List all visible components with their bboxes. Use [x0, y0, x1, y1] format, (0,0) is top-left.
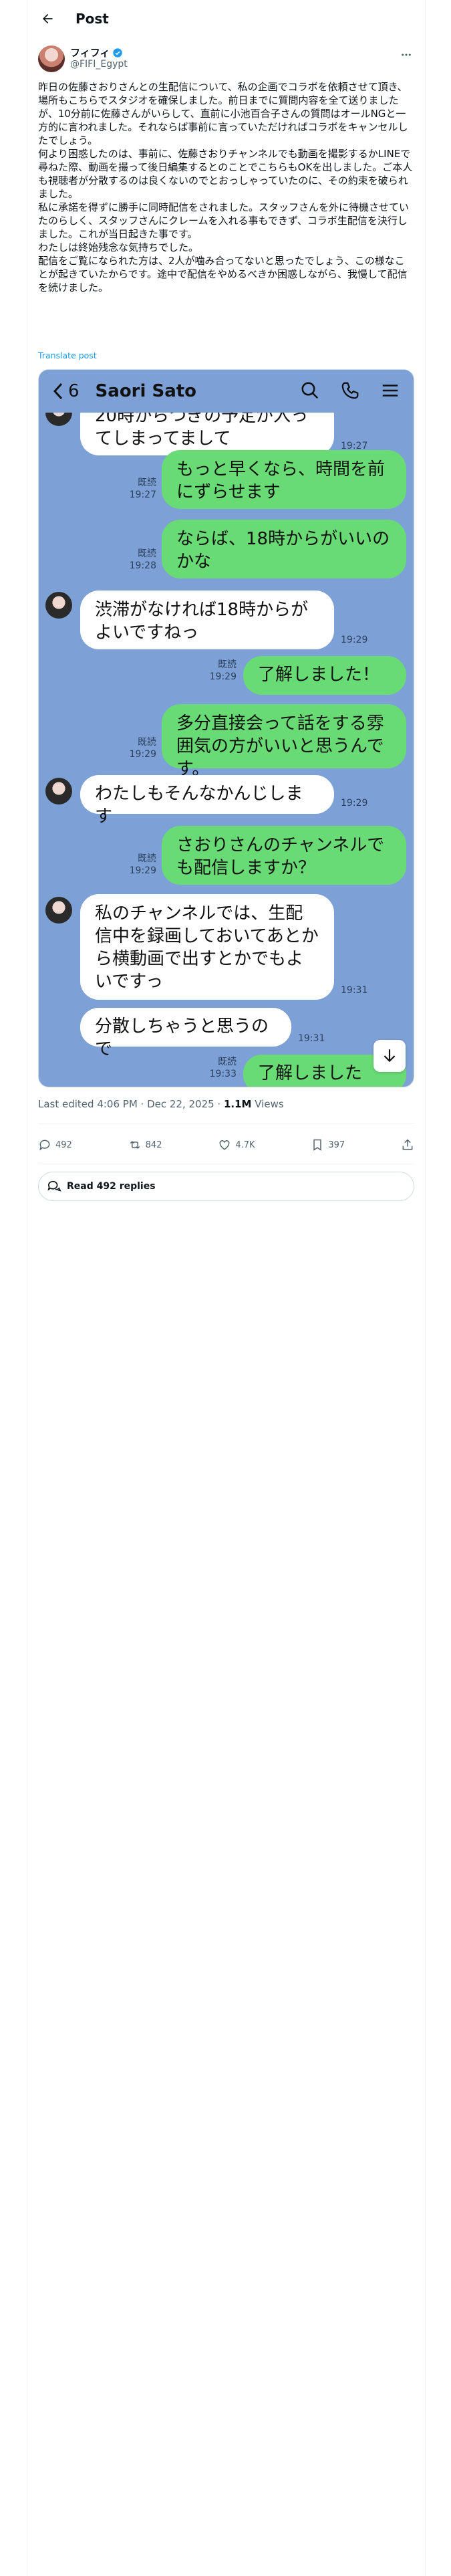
search-icon	[301, 382, 319, 399]
read-replies-label: Read 492 replies	[67, 1181, 156, 1192]
like-button[interactable]: 4.7K	[218, 1138, 255, 1152]
views-count: 1.1M	[223, 1098, 252, 1110]
read-label: 既読	[218, 659, 237, 670]
post-metadata: Last edited 4:06 PM · Dec 22, 2025 · 1.1…	[38, 1098, 284, 1110]
chat-message: 了解しました！	[243, 656, 406, 695]
chat-message: 私のチャンネルでは、生配信中を録画しておいてあとから横動画で出すとかでもよいです…	[80, 894, 334, 1000]
bookmark-button[interactable]: 397	[311, 1138, 345, 1152]
chat-avatar	[45, 592, 72, 619]
speech-bubbles-icon	[47, 1180, 61, 1192]
repost-icon	[130, 1140, 140, 1150]
repost-count: 842	[145, 1140, 162, 1150]
chevron-left-icon	[53, 383, 63, 400]
read-label: 既読	[138, 477, 156, 488]
views-label: Views	[251, 1098, 284, 1110]
chat-contact-name: Saori Sato	[95, 381, 197, 401]
read-receipt: 既読 19:33	[196, 1056, 237, 1080]
back-button[interactable]	[35, 7, 59, 31]
phone-icon	[341, 382, 359, 399]
translate-post-link[interactable]: Translate post	[38, 350, 97, 360]
message-time: 19:33	[209, 1069, 237, 1079]
read-receipt: 既読 19:28	[116, 548, 156, 572]
message-time: 19:31	[341, 985, 368, 996]
reply-button[interactable]: 492	[38, 1138, 72, 1152]
chat-header: 6 Saori Sato	[39, 370, 414, 413]
scroll-down-button	[373, 1040, 406, 1072]
arrow-left-icon	[43, 13, 53, 24]
divider	[38, 1123, 414, 1124]
message-time: 19:29	[129, 865, 156, 876]
page-title: Post	[76, 11, 109, 27]
more-icon	[402, 53, 411, 56]
verified-badge-icon	[113, 47, 123, 58]
post-column: Post フィフィ @FIFI_Egypt 昨日の佐藤さおりさんとの生配信につい…	[27, 0, 426, 2576]
heart-icon	[219, 1140, 230, 1150]
read-label: 既読	[218, 1057, 237, 1067]
post-image[interactable]: 6 Saori Sato 20時からつぎの予定が入ってしまってまして 19:27…	[38, 369, 414, 1087]
chat-message: わたしもそんなかんじします	[80, 775, 334, 827]
chat-message: もっと早くなら、時間を前にずらせます	[162, 450, 406, 509]
chat-message: さおりさんのチャンネルでも配信しますか？	[162, 826, 406, 885]
avatar[interactable]	[38, 45, 65, 72]
message-time: 19:29	[341, 798, 368, 809]
more-options-button[interactable]	[398, 47, 414, 63]
arrow-down-icon	[384, 1049, 396, 1063]
message-time: 19:29	[341, 635, 368, 645]
chat-message: 渋滞がなければ18時からがよいですねっ	[80, 591, 334, 649]
share-button[interactable]	[401, 1138, 414, 1152]
chat-message: ならば、18時からがいいのかな	[162, 520, 406, 578]
reply-icon	[39, 1140, 50, 1151]
chat-unread-count: 6	[68, 381, 80, 401]
edited-timestamp[interactable]: Last edited 4:06 PM · Dec 22, 2025 ·	[38, 1098, 224, 1110]
repost-button[interactable]: 842	[128, 1138, 162, 1152]
read-label: 既読	[138, 737, 156, 748]
top-bar: Post	[27, 0, 425, 37]
read-receipt: 既読 19:29	[196, 659, 237, 683]
bookmark-count: 397	[328, 1140, 345, 1150]
message-time: 19:31	[298, 1033, 325, 1044]
read-label: 既読	[138, 548, 156, 559]
chat-message: 分散しちゃうと思うので	[80, 1008, 291, 1059]
read-label: 既読	[138, 853, 156, 864]
chat-message: 多分直接会って話をする雰囲気の方がいいと思うんです。	[162, 704, 406, 779]
message-time: 19:28	[129, 560, 156, 571]
author-handle[interactable]: @FIFI_Egypt	[70, 59, 128, 70]
read-receipt: 既読 19:29	[116, 853, 156, 877]
author-name[interactable]: フィフィ	[70, 45, 110, 60]
action-bar: 492 842 4.7K 397	[38, 1133, 414, 1157]
like-count: 4.7K	[235, 1140, 255, 1150]
bookmark-icon	[313, 1139, 322, 1151]
message-time: 19:29	[129, 749, 156, 760]
message-time: 19:29	[209, 671, 237, 682]
chat-avatar	[45, 778, 72, 804]
author-row: フィフィ @FIFI_Egypt	[38, 44, 414, 74]
chat-avatar	[45, 897, 72, 924]
menu-icon	[382, 385, 398, 397]
message-time: 19:27	[129, 490, 156, 500]
reply-count: 492	[55, 1140, 72, 1150]
read-replies-button[interactable]: Read 492 replies	[38, 1172, 414, 1201]
read-receipt: 既読 19:27	[116, 477, 156, 501]
read-receipt: 既読 19:29	[116, 736, 156, 760]
post-text: 昨日の佐藤さおりさんとの生配信について、私の企画でコラボを依頼させて頂き、場所も…	[38, 81, 413, 294]
share-icon	[402, 1139, 413, 1150]
chat-back-button: 6	[52, 381, 80, 401]
